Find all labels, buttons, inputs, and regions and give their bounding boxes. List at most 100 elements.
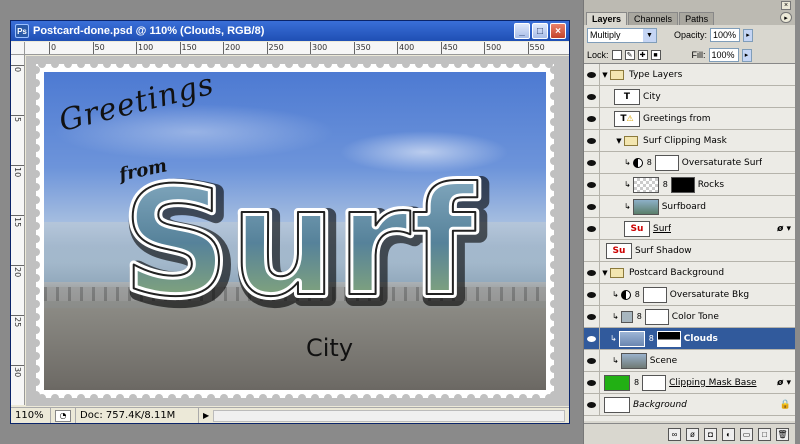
layer-effects-icon[interactable]: ø ▾ xyxy=(777,378,791,388)
ruler-h-label: 100 xyxy=(138,43,154,52)
minimize-button[interactable]: _ xyxy=(514,23,530,39)
horizontal-scrollbar[interactable] xyxy=(213,409,565,422)
lock-label: Lock: xyxy=(587,50,609,60)
visibility-eye-icon[interactable] xyxy=(584,261,600,284)
delete-layer-icon[interactable]: 🗑 xyxy=(776,427,789,441)
surf-outline-text: Surf xyxy=(122,156,478,324)
fill-input[interactable]: 100% xyxy=(708,48,739,62)
link-layers-icon[interactable]: ∞ xyxy=(668,427,681,441)
layer-city[interactable]: T City xyxy=(584,85,795,108)
new-adjustment-layer-icon[interactable]: ◐ xyxy=(722,427,735,441)
clip-arrow-icon: ↳ xyxy=(612,356,619,365)
photoshop-document-icon: Ps xyxy=(15,24,29,38)
perforation-hole xyxy=(246,394,254,398)
visibility-eye-icon-hidden[interactable] xyxy=(584,239,600,262)
layer-thumbnail[interactable] xyxy=(620,352,647,369)
link-chain-icon: 8 xyxy=(646,158,652,167)
panel-close-icon[interactable]: × xyxy=(781,1,791,10)
horizontal-ruler[interactable]: 0 50 100 150 200 250 300 350 400 450 500 550 xyxy=(25,42,569,55)
layer-color-tone[interactable]: ↳ 8 Color Tone xyxy=(584,305,795,328)
expand-triangle-icon[interactable]: ▼ xyxy=(600,71,610,79)
visibility-eye-icon[interactable] xyxy=(584,129,600,152)
close-button[interactable]: × xyxy=(550,23,566,39)
lock-position-icon[interactable]: ✚ xyxy=(637,50,648,60)
layer-type-layers-group[interactable]: ▼ Type Layers xyxy=(584,64,795,86)
opacity-input[interactable]: 100% xyxy=(710,28,741,42)
layer-greetings-from[interactable]: T ⚠ Greetings from xyxy=(584,107,795,130)
visibility-eye-icon[interactable] xyxy=(584,327,600,350)
layer-mask-thumbnail[interactable] xyxy=(670,176,695,193)
layer-thumbnail[interactable] xyxy=(632,198,659,215)
visibility-eye-icon[interactable] xyxy=(584,217,600,240)
new-layer-icon[interactable]: □ xyxy=(758,427,771,441)
layer-thumbnail[interactable] xyxy=(632,176,659,193)
perforation-hole xyxy=(428,394,436,398)
visibility-eye-icon[interactable] xyxy=(584,195,600,218)
layer-background[interactable]: Background 🔒 xyxy=(584,393,795,416)
ruler-origin[interactable] xyxy=(11,42,25,55)
ruler-v-tick xyxy=(11,165,24,166)
layer-oversaturate-bkg[interactable]: ↳ 8 Oversaturate Bkg xyxy=(584,283,795,306)
layer-mask-thumbnail[interactable] xyxy=(644,308,669,325)
document-title-bar[interactable]: Ps Postcard-done.psd @ 110% (Clouds, RGB… xyxy=(11,21,569,41)
visibility-eye-icon[interactable] xyxy=(584,64,600,86)
expand-triangle-icon[interactable]: ▼ xyxy=(600,269,610,277)
clip-arrow-icon: ↳ xyxy=(624,180,631,189)
layer-mask-thumbnail[interactable] xyxy=(642,286,667,303)
fill-slider-arrow-icon[interactable]: ▸ xyxy=(741,48,752,62)
expand-triangle-icon[interactable]: ▼ xyxy=(614,137,624,145)
perforation-hole xyxy=(550,313,554,321)
lock-pixels-icon[interactable]: ✎ xyxy=(624,50,635,60)
layer-thumbnail[interactable]: Su xyxy=(624,220,650,237)
blend-mode-select[interactable]: Multiply ▼ xyxy=(587,27,657,43)
layer-rocks[interactable]: ↳ 8 Rocks xyxy=(584,173,795,196)
layer-style-icon[interactable]: ø xyxy=(686,427,699,441)
visibility-eye-icon[interactable] xyxy=(584,85,600,108)
navigator-icon[interactable]: ◔ xyxy=(55,409,71,422)
visibility-eye-icon[interactable] xyxy=(584,107,600,130)
panel-menu-icon[interactable]: ▸ xyxy=(780,12,792,23)
visibility-eye-icon[interactable] xyxy=(584,305,600,328)
zoom-level[interactable]: 110% xyxy=(11,408,51,423)
new-group-icon[interactable]: ▭ xyxy=(740,427,753,441)
vertical-ruler[interactable]: 0 5 10 15 20 25 30 xyxy=(11,55,25,405)
tab-channels[interactable]: Channels xyxy=(628,12,679,25)
layer-surfboard[interactable]: ↳ Surfboard xyxy=(584,195,795,218)
layer-mask-thumbnail[interactable] xyxy=(654,154,679,171)
layer-postcard-background-group[interactable]: ▼ Postcard Background xyxy=(584,261,795,284)
layer-thumbnail[interactable] xyxy=(604,374,630,391)
document-window[interactable]: Ps Postcard-done.psd @ 110% (Clouds, RGB… xyxy=(10,20,570,424)
layer-effects-icon[interactable]: ø ▾ xyxy=(777,224,791,234)
visibility-eye-icon[interactable] xyxy=(584,393,600,416)
layer-mask-thumbnail[interactable] xyxy=(656,330,681,347)
layer-surf[interactable]: Su Surf ø ▾ xyxy=(584,217,795,240)
visibility-eye-icon[interactable] xyxy=(584,371,600,394)
postcard-canvas[interactable]: Surf Surf Surf Greetings from City xyxy=(36,64,554,398)
status-menu-arrow-icon[interactable]: ▶ xyxy=(203,411,209,420)
lock-transparency-icon[interactable] xyxy=(611,50,622,60)
visibility-eye-icon[interactable] xyxy=(584,173,600,196)
layer-surf-clipping-mask-group[interactable]: ▼ Surf Clipping Mask xyxy=(584,129,795,152)
tab-paths[interactable]: Paths xyxy=(679,12,715,25)
maximize-button[interactable]: □ xyxy=(532,23,548,39)
fill-color-icon[interactable] xyxy=(620,310,633,323)
layer-clouds-selected[interactable]: ↳ 8 Clouds xyxy=(584,327,795,350)
layer-scene[interactable]: ↳ Scene xyxy=(584,349,795,372)
visibility-eye-icon[interactable] xyxy=(584,349,600,372)
tab-layers[interactable]: Layers xyxy=(586,12,628,25)
visibility-eye-icon[interactable] xyxy=(584,151,600,174)
panel-drag-bar[interactable]: × xyxy=(584,0,795,11)
layer-surf-shadow[interactable]: Su Surf Shadow xyxy=(584,239,795,262)
layer-thumbnail[interactable] xyxy=(618,330,645,347)
lock-all-icon[interactable]: ■ xyxy=(650,50,661,60)
visibility-eye-icon[interactable] xyxy=(584,283,600,306)
layer-mask-thumbnail[interactable] xyxy=(642,374,667,391)
layer-clipping-mask-base[interactable]: 8 Clipping Mask Base ø ▾ xyxy=(584,371,795,394)
layer-thumbnail[interactable]: Su xyxy=(606,242,632,259)
layer-thumbnail[interactable] xyxy=(604,396,630,413)
ruler-h-label: 0 xyxy=(51,43,57,52)
canvas-area[interactable]: Surf Surf Surf Greetings from City xyxy=(26,56,569,406)
add-mask-icon[interactable]: ◘ xyxy=(704,427,717,441)
layer-oversaturate-surf[interactable]: ↳ 8 Oversaturate Surf xyxy=(584,151,795,174)
opacity-slider-arrow-icon[interactable]: ▸ xyxy=(743,28,754,42)
